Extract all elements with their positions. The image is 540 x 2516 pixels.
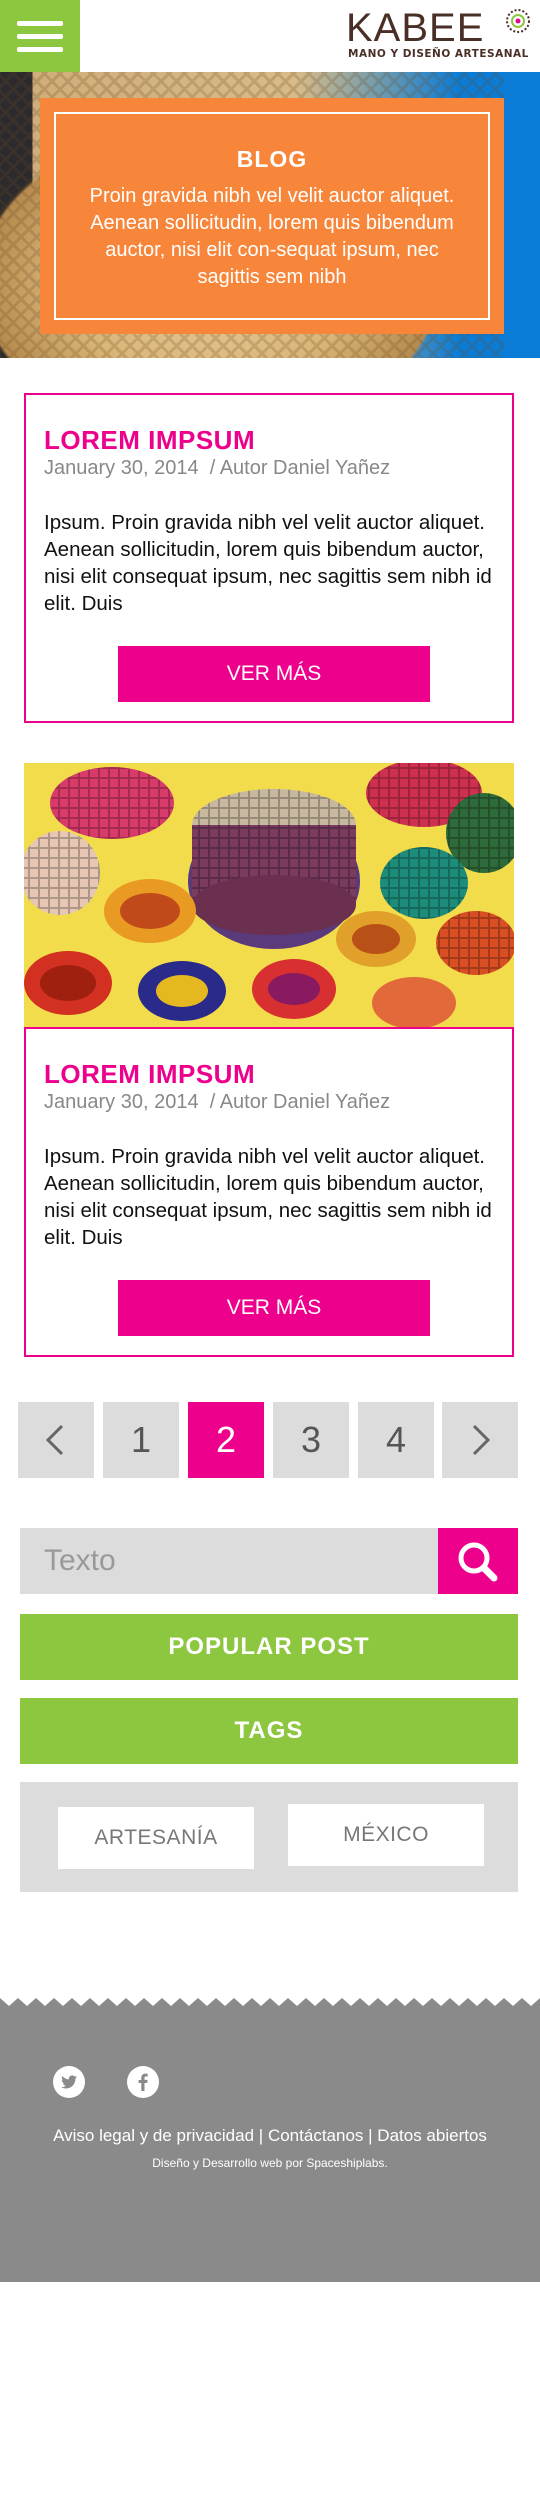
site-logo[interactable]: KABEE MANO Y DISEÑO ARTESANAL (346, 4, 530, 66)
menu-bar-icon (17, 47, 63, 52)
basket-logo-icon (506, 9, 530, 33)
post-title[interactable]: LOREM IMPSUM (44, 1059, 255, 1090)
hamburger-menu-button[interactable] (0, 0, 80, 72)
blog-post-card: LOREM IMPSUM January 30, 2014 / Autor Da… (24, 1027, 514, 1357)
post-excerpt: Ipsum. Proin gravida nibh vel velit auct… (44, 511, 492, 615)
logo-wordmark: KABEE (346, 6, 485, 50)
post-date: January 30, 2014 (44, 1091, 199, 1113)
logo-subtitle: MANO Y DISEÑO ARTESANAL (348, 48, 529, 60)
post-image-baskets[interactable] (24, 763, 514, 1027)
page-2-button-current[interactable]: 2 (188, 1402, 264, 1478)
next-page-button[interactable] (442, 1402, 518, 1478)
search-icon (458, 1542, 498, 1582)
post-date: January 30, 2014 (44, 457, 199, 479)
post-author: / Autor Daniel Yañez (209, 1091, 391, 1113)
link-separator: | (258, 2126, 264, 2145)
chevron-left-icon (45, 1424, 64, 1456)
hero-blue-edge (504, 72, 540, 358)
hero-card-inner: BLOG Proin gravida nibh vel velit auctor… (54, 112, 490, 320)
prev-page-button[interactable] (18, 1402, 94, 1478)
search-bar (20, 1528, 518, 1594)
menu-bar-icon (17, 34, 63, 39)
link-separator: | (368, 2126, 373, 2145)
post-meta: January 30, 2014 / Autor Daniel Yañez (44, 1091, 390, 1114)
tags-button[interactable]: TAGS (20, 1698, 518, 1764)
facebook-f-icon (138, 2073, 148, 2091)
facebook-icon[interactable] (127, 2066, 159, 2098)
page-1-button[interactable]: 1 (103, 1402, 179, 1478)
woven-baskets-image (24, 763, 514, 1027)
twitter-icon[interactable] (53, 2066, 85, 2098)
footer-links: Aviso legal y de privacidad | Contáctano… (0, 2126, 540, 2146)
page-4-button[interactable]: 4 (358, 1402, 434, 1478)
tag-artesania[interactable]: ARTESANÍA (58, 1807, 254, 1869)
twitter-bird-icon (61, 2075, 77, 2089)
chevron-right-icon (472, 1424, 491, 1456)
page-title: BLOG (236, 146, 308, 172)
read-more-button[interactable]: VER MÁS (118, 646, 430, 702)
tags-list: ARTESANÍA MÉXICO (20, 1782, 518, 1892)
hero-banner: BLOG Proin gravida nibh vel velit auctor… (0, 72, 540, 358)
legal-privacy-link[interactable]: Aviso legal y de privacidad (53, 2126, 254, 2145)
footer-credit[interactable]: Diseño y Desarrollo web por Spaceshiplab… (0, 2156, 540, 2170)
search-input[interactable] (20, 1528, 438, 1594)
blog-post-card: LOREM IMPSUM January 30, 2014 / Autor Da… (24, 393, 514, 723)
contact-link[interactable]: Contáctanos (268, 2126, 363, 2145)
popular-post-button[interactable]: POPULAR POST (20, 1614, 518, 1680)
hero-card: BLOG Proin gravida nibh vel velit auctor… (40, 98, 504, 334)
post-title[interactable]: LOREM IMPSUM (44, 425, 255, 456)
page-3-button[interactable]: 3 (273, 1402, 349, 1478)
menu-bar-icon (17, 21, 63, 26)
hero-description: Proin gravida nibh vel velit auctor aliq… (89, 185, 455, 288)
post-meta: January 30, 2014 / Autor Daniel Yañez (44, 457, 390, 480)
open-data-link[interactable]: Datos abiertos (377, 2126, 487, 2145)
post-excerpt: Ipsum. Proin gravida nibh vel velit auct… (44, 1145, 492, 1249)
site-header: KABEE MANO Y DISEÑO ARTESANAL (0, 0, 540, 72)
tag-mexico[interactable]: MÉXICO (288, 1804, 484, 1866)
search-button[interactable] (438, 1528, 518, 1594)
post-author: / Autor Daniel Yañez (209, 457, 391, 479)
read-more-button[interactable]: VER MÁS (118, 1280, 430, 1336)
pagination: 1 2 3 4 (18, 1402, 518, 1478)
